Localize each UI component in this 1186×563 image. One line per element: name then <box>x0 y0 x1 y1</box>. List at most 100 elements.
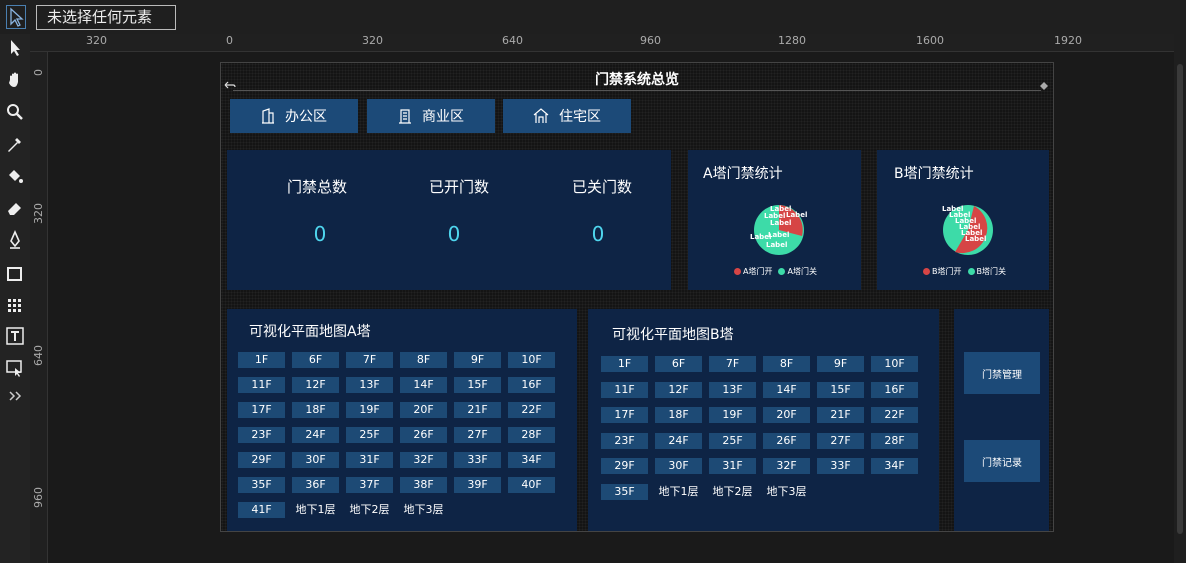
floor-button[interactable]: 30F <box>292 452 339 468</box>
floor-button[interactable]: 21F <box>817 407 864 423</box>
floor-button[interactable]: 16F <box>871 381 918 398</box>
legend-label: B塔门关 <box>976 267 1007 276</box>
floor-button[interactable]: 1F <box>238 352 285 368</box>
floor-button[interactable]: 20F <box>400 402 447 418</box>
horizontal-ruler: 320 0 320 640 960 1280 1600 1920 <box>30 34 1174 52</box>
floor-button[interactable]: 11F <box>238 377 285 393</box>
floor-button[interactable]: 34F <box>508 452 555 468</box>
floor-button[interactable]: 18F <box>655 407 702 423</box>
floor-button[interactable]: 28F <box>508 427 555 443</box>
floor-button[interactable]: 地下1层 <box>292 502 339 518</box>
door-management-button[interactable]: 门禁管理 <box>964 352 1040 394</box>
floor-button[interactable]: 18F <box>292 402 339 418</box>
vertical-scrollbar[interactable] <box>1174 34 1186 563</box>
floor-button[interactable]: 33F <box>817 458 864 474</box>
floor-button[interactable]: 6F <box>292 352 339 368</box>
floor-button[interactable]: 地下3层 <box>763 484 810 500</box>
floor-button[interactable]: 32F <box>763 458 810 474</box>
floor-button[interactable]: 39F <box>454 477 501 493</box>
floor-button[interactable]: 24F <box>292 427 339 443</box>
floor-button[interactable]: 地下3层 <box>400 502 447 518</box>
floor-button[interactable]: 35F <box>601 483 648 500</box>
selection-arrow-icon[interactable] <box>6 5 26 29</box>
floor-button[interactable]: 15F <box>454 377 501 393</box>
floor-button[interactable]: 地下2层 <box>346 502 393 518</box>
eyedropper-tool-icon[interactable] <box>5 134 25 154</box>
floor-button[interactable]: 32F <box>400 452 447 468</box>
floor-button[interactable]: 30F <box>655 458 702 474</box>
floor-button[interactable]: 31F <box>709 458 756 474</box>
floor-button[interactable]: 35F <box>238 477 285 493</box>
floor-button[interactable]: 7F <box>709 356 756 372</box>
floor-button[interactable]: 17F <box>601 407 648 423</box>
floor-button[interactable]: 25F <box>709 432 756 449</box>
expand-tools-icon[interactable] <box>5 386 25 406</box>
floor-button[interactable]: 10F <box>871 356 918 372</box>
component-tool-icon[interactable] <box>5 358 25 378</box>
zone-button-commercial[interactable]: 商业区 <box>367 99 495 133</box>
floor-button[interactable]: 24F <box>655 432 702 449</box>
floor-button[interactable]: 8F <box>400 352 447 368</box>
floor-button[interactable]: 11F <box>601 381 648 398</box>
floor-button[interactable]: 37F <box>346 477 393 493</box>
rectangle-tool-icon[interactable] <box>5 264 25 284</box>
text-tool-icon[interactable] <box>5 326 25 346</box>
pen-tool-icon[interactable] <box>5 230 25 250</box>
floor-button[interactable]: 21F <box>454 402 501 418</box>
floor-button[interactable]: 19F <box>346 402 393 418</box>
floor-button[interactable]: 26F <box>763 432 810 449</box>
floor-button[interactable]: 8F <box>763 356 810 372</box>
floor-button[interactable]: 34F <box>871 458 918 474</box>
floor-button[interactable]: 12F <box>292 377 339 393</box>
fill-tool-icon[interactable] <box>5 166 25 186</box>
grid-tool-icon[interactable] <box>5 296 25 316</box>
floor-button[interactable]: 29F <box>238 452 285 468</box>
floor-button[interactable]: 27F <box>817 432 864 449</box>
floor-button[interactable]: 27F <box>454 427 501 443</box>
floor-button[interactable]: 地下2层 <box>709 484 756 500</box>
eraser-tool-icon[interactable] <box>5 198 25 218</box>
tower-a-chart-panel: A塔门禁统计 Label Label Label Label Label Lab… <box>688 150 861 290</box>
floor-button[interactable]: 12F <box>655 381 702 398</box>
floor-button[interactable]: 9F <box>454 352 501 368</box>
floor-button[interactable]: 19F <box>709 407 756 423</box>
zone-button-office[interactable]: 办公区 <box>230 99 358 133</box>
floor-button[interactable]: 23F <box>601 432 648 449</box>
zone-button-residential[interactable]: 住宅区 <box>503 99 631 133</box>
floor-button[interactable]: 33F <box>454 452 501 468</box>
floor-button[interactable]: 17F <box>238 402 285 418</box>
floor-button[interactable]: 13F <box>709 381 756 398</box>
dashboard-stage[interactable]: 门禁系统总览 办公区 商业区 住宅区 门禁总数 0 已开门数 0 已关门数 0 … <box>220 62 1054 532</box>
floor-button[interactable]: 6F <box>655 356 702 372</box>
floor-button[interactable]: 22F <box>871 407 918 423</box>
floor-button[interactable]: 14F <box>400 377 447 393</box>
floor-button[interactable]: 41F <box>238 502 285 518</box>
zone-label: 办公区 <box>285 109 327 125</box>
floor-button[interactable]: 40F <box>508 477 555 493</box>
floor-button[interactable]: 25F <box>346 427 393 443</box>
scrollbar-thumb[interactable] <box>1177 64 1183 534</box>
floor-button[interactable]: 31F <box>346 452 393 468</box>
floor-button[interactable]: 23F <box>238 427 285 443</box>
floor-button[interactable]: 7F <box>346 352 393 368</box>
floor-button[interactable]: 16F <box>508 377 555 393</box>
arrow-tool-icon[interactable] <box>5 38 25 58</box>
zoom-tool-icon[interactable] <box>5 102 25 122</box>
floor-button[interactable]: 26F <box>400 427 447 443</box>
floor-button[interactable]: 29F <box>601 458 648 474</box>
vertical-ruler: 0 320 640 960 <box>30 52 48 563</box>
floor-button[interactable]: 14F <box>763 381 810 398</box>
floor-button[interactable]: 9F <box>817 356 864 372</box>
floor-button[interactable]: 13F <box>346 377 393 393</box>
door-records-button[interactable]: 门禁记录 <box>964 440 1040 482</box>
floor-button[interactable]: 36F <box>292 477 339 493</box>
floor-button[interactable]: 20F <box>763 407 810 423</box>
floor-button[interactable]: 28F <box>871 432 918 449</box>
floor-button[interactable]: 22F <box>508 402 555 418</box>
hand-tool-icon[interactable] <box>5 70 25 90</box>
floor-button[interactable]: 地下1层 <box>655 484 702 500</box>
floor-button[interactable]: 38F <box>400 477 447 493</box>
floor-button[interactable]: 10F <box>508 352 555 368</box>
floor-button[interactable]: 15F <box>817 381 864 398</box>
floor-button[interactable]: 1F <box>601 356 648 372</box>
